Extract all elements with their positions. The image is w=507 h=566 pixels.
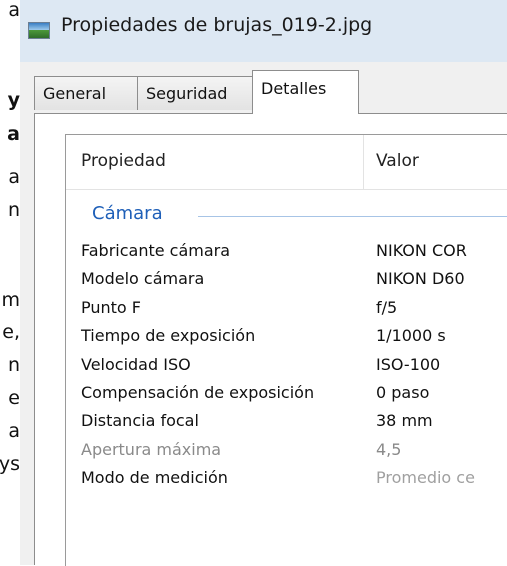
property-name: Distancia focal [81, 411, 199, 431]
property-name: Modo de medición [81, 468, 228, 488]
property-value: NIKON COR [376, 241, 467, 260]
table-row[interactable]: Compensación de exposición 0 paso [66, 381, 507, 409]
background-article-text: a y a a n m e, n e a ys [0, 0, 20, 565]
property-value: 0 paso [376, 382, 430, 402]
properties-dialog: Propiedades de brujas_019-2.jpg General … [20, 0, 507, 566]
column-header: Propiedad Valor [66, 135, 507, 190]
property-name: Apertura máxima [81, 439, 222, 459]
bg-line: e [8, 387, 20, 409]
property-name: Fabricante cámara [81, 241, 231, 260]
table-row[interactable]: Velocidad ISO ISO-100 [66, 353, 507, 381]
bg-line: ys [0, 453, 20, 475]
group-camera: Cámara [66, 195, 507, 235]
bg-line: a [7, 123, 20, 145]
tab-general[interactable]: General [34, 76, 138, 110]
tab-detalles[interactable]: Detalles [252, 70, 359, 114]
bg-line: a [8, 0, 20, 21]
table-row[interactable]: Modo de medición Promedio ce [66, 466, 507, 494]
bg-line: e, [2, 321, 20, 343]
property-value: 1/1000 s [376, 326, 446, 346]
tab-strip: General Seguridad Detalles [34, 70, 507, 114]
table-row[interactable]: Tiempo de exposición 1/1000 s [66, 324, 507, 352]
bg-line: a [8, 420, 20, 442]
property-name: Punto F [81, 297, 141, 317]
property-name: Velocidad ISO [81, 354, 191, 374]
property-value: NIKON D60 [376, 269, 465, 289]
property-value: f/5 [376, 297, 398, 317]
image-file-icon [28, 22, 50, 39]
property-value: 38 mm [376, 411, 433, 431]
property-value: ISO-100 [376, 354, 441, 374]
group-divider [198, 216, 507, 217]
bg-line: y [7, 89, 20, 111]
table-row[interactable]: Distancia focal 38 mm [66, 409, 507, 437]
details-panel: Propiedad Valor Cámara Fabricante cámara… [34, 113, 507, 566]
bg-line: a [8, 166, 20, 188]
table-row[interactable]: Modelo cámara NIKON D60 [66, 267, 507, 295]
properties-list[interactable]: Propiedad Valor Cámara Fabricante cámara… [65, 134, 507, 566]
column-header-value[interactable]: Valor [376, 151, 419, 171]
table-row[interactable]: Punto F f/5 [66, 296, 507, 324]
window-title: Propiedades de brujas_019-2.jpg [61, 14, 373, 36]
table-row[interactable]: Apertura máxima 4,5 [66, 438, 507, 466]
table-row[interactable]: Fabricante cámara NIKON COR [66, 239, 507, 267]
property-value: Promedio ce [376, 468, 475, 488]
title-bar[interactable]: Propiedades de brujas_019-2.jpg [20, 0, 507, 62]
property-rows: Fabricante cámara NIKON COR Modelo cámar… [66, 239, 507, 495]
column-divider[interactable] [363, 135, 364, 189]
bg-line: m [1, 289, 20, 311]
property-name: Modelo cámara [81, 269, 205, 289]
tab-seguridad[interactable]: Seguridad [137, 76, 253, 110]
property-name: Tiempo de exposición [81, 326, 256, 346]
group-label: Cámara [92, 203, 163, 224]
property-name: Compensación de exposición [81, 382, 315, 402]
bg-line: n [7, 199, 20, 221]
bg-line: n [7, 354, 20, 376]
property-value: 4,5 [376, 439, 402, 459]
column-header-property[interactable]: Propiedad [81, 151, 166, 171]
